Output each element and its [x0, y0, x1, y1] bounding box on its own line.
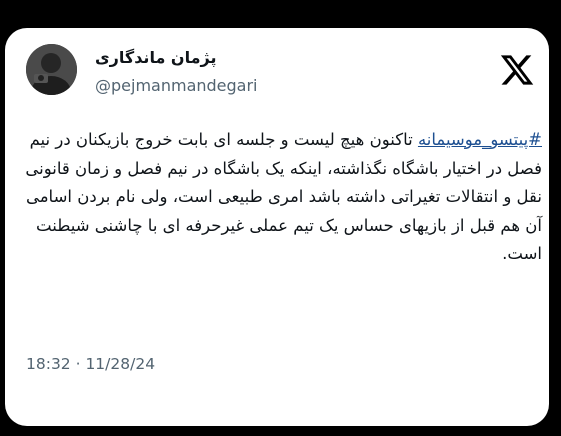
profile-photo	[26, 44, 77, 95]
tweet-body: تاکنون هیچ لیست و جلسه ای بابت خروج بازی…	[25, 130, 542, 264]
timestamp[interactable]: 18:32 · 11/28/24	[26, 355, 155, 373]
user-handle[interactable]: @pejmanmandegari	[95, 76, 258, 95]
avatar[interactable]	[26, 44, 77, 95]
hashtag-link[interactable]: #پیتسو_موسیمانه	[418, 130, 542, 149]
tweet-text: #پیتسو_موسیمانه تاکنون هیچ لیست و جلسه ا…	[17, 126, 542, 269]
tweet-card: پژمان ماندگاری @pejmanmandegari #پیتسو_م…	[5, 28, 549, 426]
display-name[interactable]: پژمان ماندگاری	[95, 48, 216, 67]
x-logo-icon[interactable]	[499, 52, 535, 88]
